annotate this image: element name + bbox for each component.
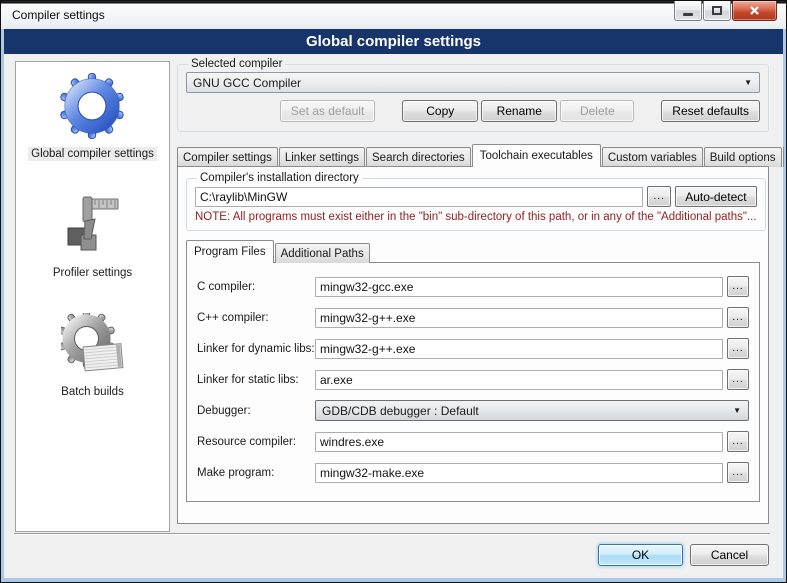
- copy-button[interactable]: Copy: [402, 100, 478, 122]
- resource-compiler-label: Resource compiler:: [197, 436, 315, 448]
- dialog-footer: OK Cancel: [598, 544, 769, 566]
- maximize-icon: [712, 6, 722, 15]
- tab-search-directories[interactable]: Search directories: [366, 147, 471, 167]
- c-compiler-input[interactable]: [315, 277, 723, 297]
- rename-button[interactable]: Rename: [481, 100, 557, 122]
- tab-linker-settings[interactable]: Linker settings: [279, 147, 365, 167]
- sidebar-item-label: Profiler settings: [50, 266, 135, 280]
- installation-directory-group: Compiler's installation directory ... Au…: [186, 172, 766, 231]
- installation-note: NOTE: All programs must exist either in …: [195, 211, 757, 223]
- field-row-make-program: Make program: ...: [197, 462, 749, 483]
- dynamic-linker-label: Linker for dynamic libs:: [197, 343, 315, 355]
- field-row-cpp-compiler: C++ compiler: ...: [197, 307, 749, 328]
- auto-detect-button[interactable]: Auto-detect: [675, 186, 756, 207]
- reset-defaults-button[interactable]: Reset defaults: [661, 100, 760, 122]
- window-controls: [673, 1, 777, 21]
- installation-directory-browse-button[interactable]: ...: [647, 186, 671, 207]
- sidebar-item-batch-builds[interactable]: Batch builds: [58, 313, 127, 399]
- window-title: Compiler settings: [12, 8, 105, 22]
- resource-compiler-input[interactable]: [315, 432, 723, 452]
- titlebar[interactable]: Compiler settings: [1, 1, 786, 29]
- tab-custom-variables[interactable]: Custom variables: [602, 147, 703, 167]
- close-button[interactable]: [732, 1, 777, 21]
- settings-category-list: Global compiler settings Profiler settin…: [15, 61, 170, 532]
- installation-directory-legend: Compiler's installation directory: [200, 172, 359, 184]
- field-row-c-compiler: C compiler: ...: [197, 276, 749, 297]
- ok-button[interactable]: OK: [598, 544, 683, 566]
- tab-program-files[interactable]: Program Files: [186, 240, 274, 263]
- cpp-compiler-input[interactable]: [315, 308, 723, 328]
- installation-directory-row: ... Auto-detect: [195, 186, 757, 207]
- tab-build-options[interactable]: Build options: [704, 147, 782, 167]
- debugger-label: Debugger:: [197, 405, 315, 417]
- minimize-button[interactable]: [674, 1, 702, 21]
- debugger-select-value: GDB/CDB debugger : Default: [322, 404, 479, 418]
- field-row-dynamic-linker: Linker for dynamic libs: ...: [197, 338, 749, 359]
- chevron-down-icon: ▼: [744, 79, 752, 87]
- global-compiler-settings-panel: Selected compiler GNU GCC Compiler ▼ Set…: [177, 54, 771, 578]
- compiler-select-value: GNU GCC Compiler: [193, 76, 301, 90]
- field-row-debugger: Debugger: GDB/CDB debugger : Default ▼: [197, 400, 749, 421]
- chevron-down-icon: ▼: [733, 407, 741, 415]
- blue-gear-icon: [59, 73, 125, 139]
- compiler-actions: Set as default Copy Rename Delete Reset …: [186, 100, 760, 122]
- make-program-browse-button[interactable]: ...: [727, 462, 749, 483]
- tab-additional-paths[interactable]: Additional Paths: [275, 243, 370, 263]
- set-as-default-button[interactable]: Set as default: [280, 100, 375, 122]
- compiler-tabs: Compiler settings Linker settings Search…: [177, 144, 769, 167]
- field-row-static-linker: Linker for static libs: ...: [197, 369, 749, 390]
- installation-directory-input[interactable]: [195, 187, 643, 207]
- dynamic-linker-input[interactable]: [315, 339, 723, 359]
- static-linker-label: Linker for static libs:: [197, 374, 315, 386]
- tab-clipped[interactable]: [783, 147, 784, 167]
- delete-button[interactable]: Delete: [560, 100, 634, 122]
- page-title: Global compiler settings: [306, 33, 481, 50]
- sidebar-item-label: Global compiler settings: [28, 147, 157, 161]
- c-compiler-label: C compiler:: [197, 281, 315, 293]
- compiler-select[interactable]: GNU GCC Compiler ▼: [186, 72, 760, 93]
- program-tabs: Program Files Additional Paths: [186, 240, 760, 263]
- make-program-label: Make program:: [197, 467, 315, 479]
- compiler-settings-window: Compiler settings Global compiler settin…: [0, 0, 787, 583]
- static-linker-browse-button[interactable]: ...: [727, 369, 749, 390]
- debugger-select[interactable]: GDB/CDB debugger : Default ▼: [315, 400, 749, 421]
- c-compiler-browse-button[interactable]: ...: [727, 276, 749, 297]
- cpp-compiler-label: C++ compiler:: [197, 312, 315, 324]
- field-row-resource-compiler: Resource compiler: ...: [197, 431, 749, 452]
- caliper-icon: [60, 194, 124, 258]
- footer-divider: [14, 533, 770, 535]
- program-files-panel: C compiler: ... C++ compiler: ...: [186, 262, 760, 502]
- resource-compiler-browse-button[interactable]: ...: [727, 431, 749, 452]
- toolchain-executables-page: Compiler's installation directory ... Au…: [177, 166, 769, 524]
- selected-compiler-legend: Selected compiler: [191, 58, 282, 70]
- minimize-icon: [683, 13, 693, 16]
- maximize-button[interactable]: [703, 1, 731, 21]
- tab-toolchain-executables[interactable]: Toolchain executables: [472, 144, 601, 167]
- gray-gear-paper-stack-icon: [61, 313, 125, 377]
- sidebar-item-global-compiler-settings[interactable]: Global compiler settings: [28, 73, 157, 161]
- selected-compiler-group: Selected compiler GNU GCC Compiler ▼ Set…: [177, 58, 769, 132]
- dynamic-linker-browse-button[interactable]: ...: [727, 338, 749, 359]
- dialog-header: Global compiler settings: [4, 29, 783, 54]
- static-linker-input[interactable]: [315, 370, 723, 390]
- close-icon: [749, 6, 760, 16]
- tab-compiler-settings[interactable]: Compiler settings: [177, 147, 278, 167]
- cpp-compiler-browse-button[interactable]: ...: [727, 307, 749, 328]
- sidebar-item-label: Batch builds: [58, 385, 127, 399]
- dialog-content: Global compiler settings Profiler settin…: [4, 54, 783, 578]
- cancel-button[interactable]: Cancel: [690, 544, 769, 566]
- make-program-input[interactable]: [315, 463, 723, 483]
- sidebar-item-profiler-settings[interactable]: Profiler settings: [50, 194, 135, 280]
